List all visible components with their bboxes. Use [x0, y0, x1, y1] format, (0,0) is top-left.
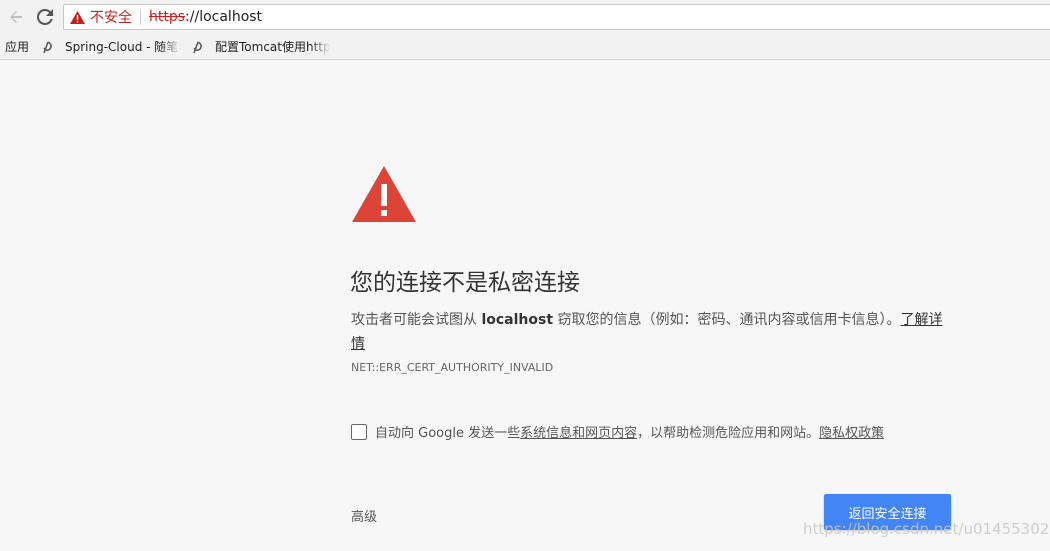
explanation-prefix: 攻击者可能会试图从	[351, 312, 482, 328]
not-secure-warning-icon[interactable]	[70, 10, 86, 24]
url-scheme: https	[149, 9, 186, 25]
bookmark-spring-cloud[interactable]: Spring-Cloud - 随笔	[41, 38, 181, 55]
bookmark-label: 配置Tomcat使用https	[215, 40, 331, 54]
error-code: NET::ERR_CERT_AUTHORITY_INVALID	[351, 361, 554, 374]
danger-triangle-icon	[350, 164, 418, 224]
optin-checkbox[interactable]	[351, 423, 367, 440]
reload-icon[interactable]	[35, 7, 55, 27]
bookmark-favicon-icon	[191, 39, 207, 55]
back-arrow-icon[interactable]	[6, 7, 26, 27]
optin-middle: ，以帮助检测危险应用和网站。	[637, 426, 820, 441]
address-bar[interactable]: 不安全 https ://localhost	[63, 4, 1050, 30]
explanation-text: 攻击者可能会试图从 localhost 窃取您的信息（例如：密码、通讯内容或信用…	[351, 308, 951, 356]
watermark: https://blog.csdn.net/u014553029	[803, 520, 1050, 538]
page-title: 您的连接不是私密连接	[350, 270, 580, 296]
url-host: ://localhost	[185, 9, 263, 25]
apps-shortcut[interactable]: 应用	[5, 38, 29, 55]
address-separator	[140, 9, 141, 25]
optin-prefix: 自动向 Google 发送一些	[375, 426, 521, 441]
privacy-policy-link[interactable]: 隐私权政策	[819, 422, 884, 441]
explanation-host: localhost	[481, 312, 554, 328]
bookmarks-bar: 应用 Spring-Cloud - 随笔 配置Tomcat使用https	[0, 34, 1050, 60]
bookmark-label: Spring-Cloud - 随笔	[65, 40, 179, 54]
extended-reporting-optin: 自动向 Google 发送一些 系统信息和网页内容 ，以帮助检测危险应用和网站。 隐私…	[351, 422, 884, 441]
system-info-link[interactable]: 系统信息和网页内容	[520, 422, 637, 441]
apps-label: 应用	[5, 40, 30, 54]
not-secure-label[interactable]: 不安全	[90, 7, 132, 27]
advanced-button[interactable]: 高级	[351, 506, 377, 525]
bookmark-favicon-icon	[41, 39, 57, 55]
browser-toolbar: 不安全 https ://localhost	[0, 0, 1050, 34]
explanation-suffix: 窃取您的信息（例如：密码、通讯内容或信用卡信息）。	[553, 312, 901, 328]
bookmark-tomcat-https[interactable]: 配置Tomcat使用https	[191, 38, 331, 55]
